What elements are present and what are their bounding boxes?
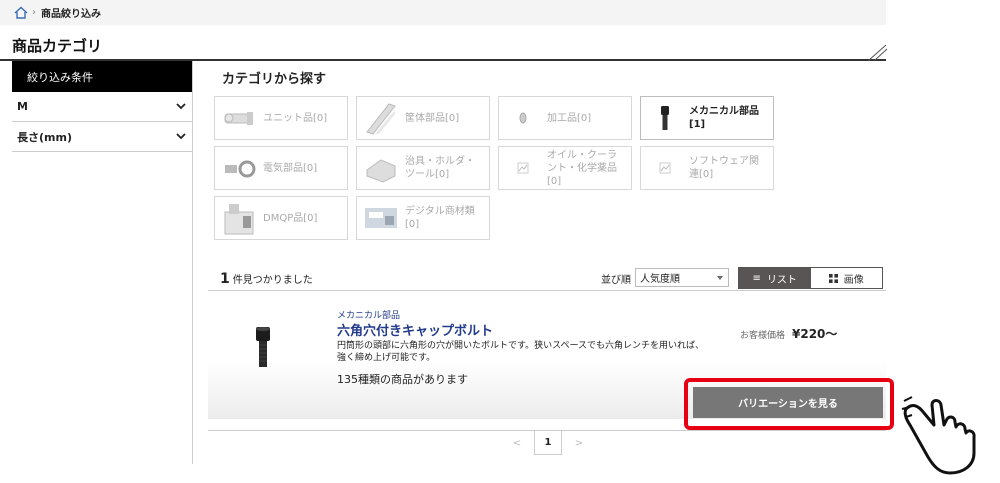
view-list-button[interactable]: ≡ リスト [739,268,811,288]
unit-parts-icon [221,100,257,136]
category-mechanical-parts[interactable]: メカニカル部品[1] [640,96,774,140]
pointing-hand-icon [901,396,976,475]
electrical-parts-icon [221,150,257,186]
category-unit-parts[interactable]: ユニット品[0] [214,96,348,140]
highlight-frame [684,378,894,430]
caret-down-icon [717,276,723,280]
result-count-suffix: 件見つかりました [232,275,313,286]
home-icon[interactable] [14,6,28,19]
page-title: 商品カテゴリ [12,37,103,55]
category-electrical-parts[interactable]: 電気部品[0] [214,146,348,190]
category-label: DMQP品[0] [263,212,318,224]
category-label: メカニカル部品[1] [689,106,759,130]
filter-length[interactable]: 長さ(mm) [12,122,192,152]
breadcrumb-current: 商品絞り込み [41,9,101,20]
category-label: ソフトウェア関連[0] [689,156,759,180]
next-page-button[interactable]: > [562,438,596,449]
category-label: 加工品[0] [547,112,592,124]
list-icon: ≡ [752,272,761,284]
broken-image-icon [647,150,683,186]
jig-holder-icon [363,150,399,186]
sort-select[interactable]: 人気度順 [635,268,729,287]
category-label: デジタル商材類[0] [405,206,475,230]
result-count: 1 件見つかりました [220,271,313,287]
category-machined-parts[interactable]: 加工品[0] [498,96,632,140]
filter-size-m[interactable]: M [12,92,192,122]
page-number-current[interactable]: 1 [534,431,562,455]
category-label: ユニット品[0] [263,112,328,124]
machined-parts-icon [505,100,541,136]
category-jig-holder-tool[interactable]: 治具・ホルダ・ツール[0] [356,146,490,190]
product-description: 円筒形の頭部に六角形の穴が開いたボルトです。狭いスペースでも六角レンチを用いれば… [337,341,705,363]
frame-parts-icon [363,100,399,136]
title-decoration-icon [867,44,888,62]
price-label: お客様価格 [740,331,786,341]
category-label: 筐体部品[0] [405,112,460,124]
price-value: ¥220〜 [792,327,838,341]
category-software[interactable]: ソフトウェア関連[0] [640,146,774,190]
product-name-link[interactable]: 六角穴付きキャップボルト [337,320,493,339]
sort-label: 並び順 [601,275,631,286]
category-label: オイル・クーラント・化学薬品[0] [547,149,617,187]
filter-sidebar: 絞り込み条件 M 長さ(mm) [12,61,193,464]
grid-icon [828,273,838,283]
sort-select-value: 人気度順 [640,274,680,285]
breadcrumb: › 商品絞り込み [0,0,886,25]
category-label: 治具・ホルダ・ツール[0] [405,156,475,180]
dmqp-icon [221,200,257,236]
prev-page-button[interactable]: < [500,438,534,449]
category-digital-goods[interactable]: デジタル商材類[0] [356,196,490,240]
view-toggle: ≡ リスト 画像 [738,267,883,289]
category-label: 電気部品[0] [263,162,318,174]
result-count-number: 1 [220,271,230,287]
filter-label: 長さ(mm) [17,130,72,144]
view-grid-label: 画像 [843,274,864,286]
chevron-down-icon [176,133,186,140]
filter-label: M [17,100,28,113]
view-list-label: リスト [766,274,797,286]
mechanical-parts-icon [647,100,683,136]
category-oil-coolant[interactable]: オイル・クーラント・化学薬品[0] [498,146,632,190]
category-frame-parts[interactable]: 筐体部品[0] [356,96,490,140]
category-dmqp[interactable]: DMQP品[0] [214,196,348,240]
chevron-right-icon: › [32,7,36,18]
category-grid: ユニット品[0] 筐体部品[0] 加工品[0] メカニカル部品[1] 電気部品[… [214,96,774,240]
filter-header: 絞り込み条件 [12,61,192,92]
pagination: < 1 > [500,431,596,455]
broken-image-icon [505,150,541,186]
product-variant-count: 135種類の商品があります [337,373,468,386]
digital-goods-icon [363,200,399,236]
view-grid-button[interactable]: 画像 [810,268,882,288]
chevron-down-icon [176,103,186,110]
cap-bolt-image[interactable] [248,325,278,369]
category-section-title: カテゴリから探す [222,72,327,87]
